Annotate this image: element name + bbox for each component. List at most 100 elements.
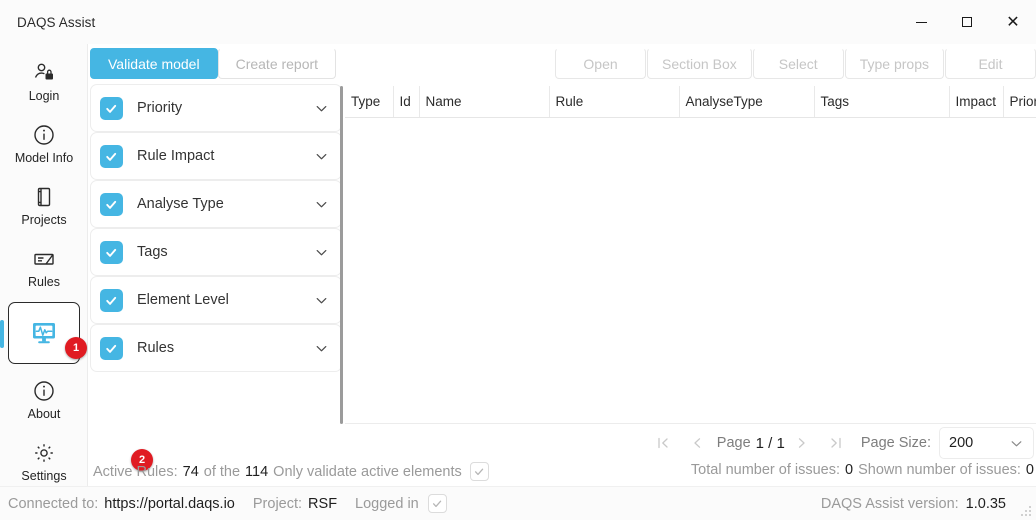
chevron-down-icon[interactable] <box>314 149 329 164</box>
filter-label: Rule Impact <box>137 148 314 164</box>
filter-row-element-level[interactable]: Element Level <box>90 276 342 324</box>
connected-url: https://portal.daqs.io <box>104 496 235 512</box>
next-page-button[interactable] <box>785 428 819 458</box>
sidebar-item-label: Settings <box>21 469 66 483</box>
project-label: Project: <box>253 496 302 512</box>
gear-icon <box>32 440 56 466</box>
issues-grid: Type Id Name Rule AnalyseType Tags Impac… <box>345 86 1036 118</box>
filter-row-rule-impact[interactable]: Rule Impact <box>90 132 342 180</box>
status-right-group: DAQS Assist version: 1.0.35 <box>821 496 1006 512</box>
page-size-label: Page Size: <box>861 435 931 451</box>
checkbox-element-level[interactable] <box>100 289 123 312</box>
sidebar-item-label: Model Info <box>15 151 73 165</box>
checkbox-priority[interactable] <box>100 97 123 120</box>
active-rules-count: 74 <box>183 464 199 480</box>
total-rules-count: 114 <box>245 464 268 480</box>
window-controls: ✕ <box>898 0 1036 44</box>
sidebar-item-validate[interactable]: 1 <box>8 302 80 364</box>
shown-issues-label: Shown number of issues: <box>858 462 1021 478</box>
page-label: Page <box>717 435 751 451</box>
filter-row-priority[interactable]: Priority <box>90 84 342 132</box>
table-body-empty <box>345 118 1036 424</box>
sidebar-item-model-info[interactable]: Model Info <box>0 112 88 174</box>
page-size-select[interactable]: 200 <box>939 427 1034 459</box>
user-lock-icon <box>32 60 56 86</box>
info-circle-icon <box>32 122 56 148</box>
status-left-group: Connected to: https://portal.daqs.io Pro… <box>8 494 447 513</box>
project-value: RSF <box>308 496 337 512</box>
column-header-priority[interactable]: Priority <box>1003 86 1036 117</box>
app-title: DAQS Assist <box>17 15 95 30</box>
column-header-type[interactable]: Type <box>345 86 393 117</box>
selection-indicator <box>0 320 4 348</box>
only-validate-label: Only validate active elements <box>273 464 462 480</box>
column-header-impact[interactable]: Impact <box>949 86 1003 117</box>
sidebar: Login Model Info Projects <box>0 44 88 486</box>
only-validate-checkbox[interactable] <box>470 462 489 481</box>
tab-validate-model[interactable]: Validate model <box>90 48 218 79</box>
issues-counters-group: Total number of issues: 0 Shown number o… <box>691 462 1034 478</box>
chevron-down-icon[interactable] <box>314 101 329 116</box>
shown-issues-value: 0 <box>1026 462 1034 478</box>
tab-create-report[interactable]: Create report <box>218 48 336 79</box>
column-header-tags[interactable]: Tags <box>814 86 949 117</box>
sidebar-item-settings[interactable]: Settings <box>0 430 88 492</box>
sidebar-item-rules[interactable]: Rules <box>0 236 88 298</box>
edit-button[interactable]: Edit <box>945 48 1036 79</box>
open-button[interactable]: Open <box>555 48 646 79</box>
maximize-icon <box>962 17 972 27</box>
logged-in-checkbox[interactable] <box>428 494 447 513</box>
last-page-button[interactable] <box>819 428 853 458</box>
minimize-button[interactable] <box>898 0 944 44</box>
chevron-down-icon[interactable] <box>314 197 329 212</box>
of-the-label: of the <box>204 464 240 480</box>
tab-bar: Validate model Create report <box>88 44 336 79</box>
sidebar-item-login[interactable]: Login <box>0 50 88 112</box>
sidebar-badge: 1 <box>65 337 87 359</box>
filter-label: Tags <box>137 244 314 260</box>
column-header-id[interactable]: Id <box>393 86 419 117</box>
close-button[interactable]: ✕ <box>990 0 1036 44</box>
panel-splitter[interactable] <box>340 86 343 424</box>
checkbox-rules[interactable] <box>100 337 123 360</box>
type-props-button[interactable]: Type props <box>845 48 944 79</box>
edit-document-icon <box>31 246 57 272</box>
column-header-analysetype[interactable]: AnalyseType <box>679 86 814 117</box>
status-bar: Connected to: https://portal.daqs.io Pro… <box>0 486 1036 520</box>
select-button[interactable]: Select <box>753 48 844 79</box>
filter-row-tags[interactable]: Tags <box>90 228 342 276</box>
sidebar-item-projects[interactable]: Projects <box>0 174 88 236</box>
chevron-down-icon[interactable] <box>314 341 329 356</box>
filter-row-analyse-type[interactable]: Analyse Type <box>90 180 342 228</box>
prev-page-button[interactable] <box>680 428 714 458</box>
sidebar-item-about[interactable]: About <box>0 368 88 430</box>
checkbox-analyse-type[interactable] <box>100 193 123 216</box>
total-issues-label: Total number of issues: <box>691 462 840 478</box>
book-icon <box>32 184 56 210</box>
chevron-down-icon[interactable] <box>314 293 329 308</box>
toolbar: Open Section Box Select Type props Edit <box>554 48 1036 79</box>
issues-table: Type Id Name Rule AnalyseType Tags Impac… <box>345 86 1036 424</box>
checkbox-rule-impact[interactable] <box>100 145 123 168</box>
active-rules-label: Active Rules: <box>93 464 178 480</box>
main-content: Validate model Create report Open Sectio… <box>88 44 1036 486</box>
chevron-down-icon[interactable] <box>314 245 329 260</box>
section-box-button[interactable]: Section Box <box>647 48 752 79</box>
resize-grip[interactable] <box>1020 505 1033 518</box>
checkbox-tags[interactable] <box>100 241 123 264</box>
column-header-name[interactable]: Name <box>419 86 549 117</box>
title-bar: DAQS Assist ✕ <box>0 0 1036 44</box>
filter-label: Analyse Type <box>137 196 314 212</box>
first-page-button[interactable] <box>646 428 680 458</box>
filter-label: Element Level <box>137 292 314 308</box>
application-window: DAQS Assist ✕ Login <box>0 0 1036 520</box>
column-header-rule[interactable]: Rule <box>549 86 679 117</box>
filter-panel: Priority Rule Impact Analyse Type <box>90 84 342 424</box>
version-label: DAQS Assist version: <box>821 496 959 512</box>
maximize-button[interactable] <box>944 0 990 44</box>
filter-label: Rules <box>137 340 314 356</box>
filter-row-rules[interactable]: Rules <box>90 324 342 372</box>
monitor-pulse-icon <box>30 320 58 346</box>
close-icon: ✕ <box>1006 14 1019 30</box>
sidebar-item-label: Rules <box>28 275 60 289</box>
